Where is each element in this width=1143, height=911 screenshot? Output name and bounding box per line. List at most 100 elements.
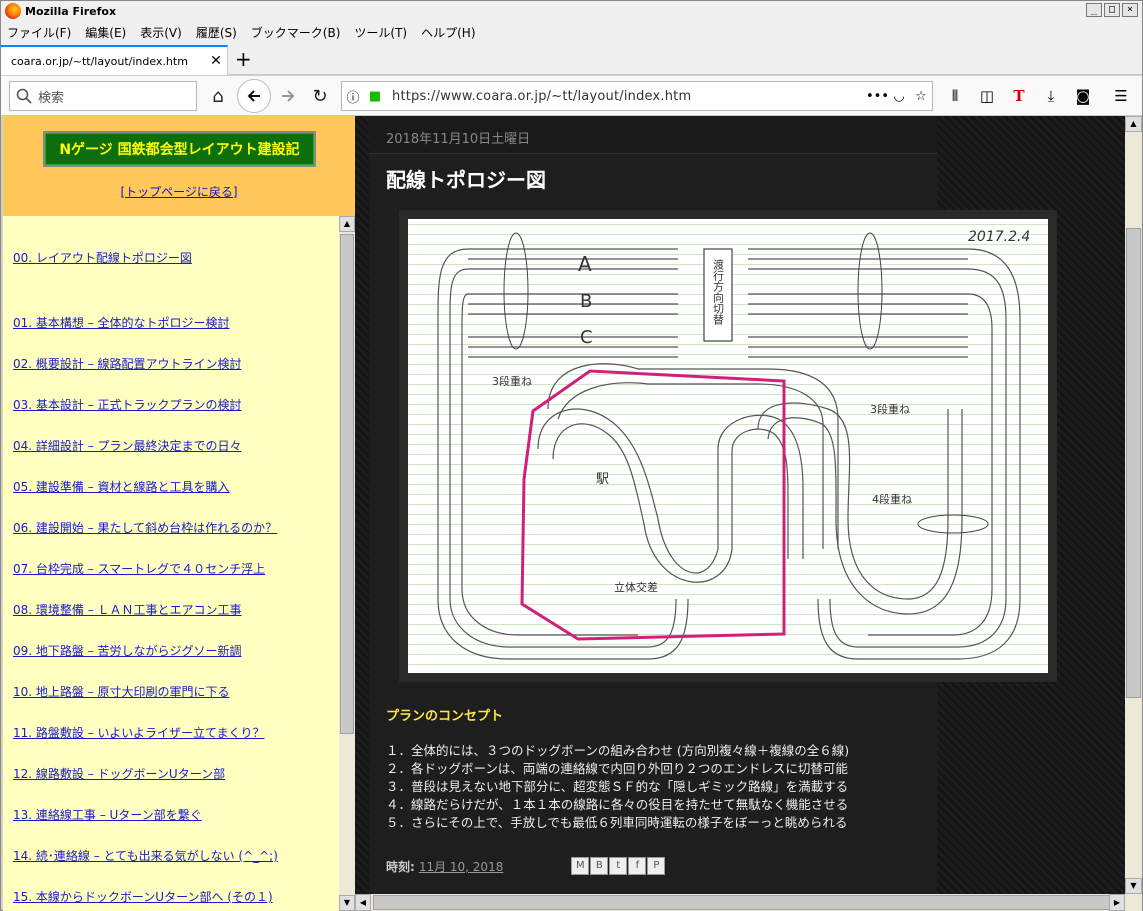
reload-icon[interactable]: ↻ [305, 81, 335, 111]
email-share-icon[interactable]: M [571, 857, 590, 875]
sketch-label-left-3-levels: 3段重ね [492, 374, 532, 388]
tab-bar: coara.or.jp/~tt/layout/index.htm ✕ + [1, 43, 1142, 75]
download-icon[interactable]: ⤓ [1039, 84, 1063, 108]
page-content: Nゲージ 国鉄都会型レイアウト建設記 [トップページに戻る] 00. レイアウト… [3, 116, 1142, 911]
chapter-link-05[interactable]: 05. 建設準備 – 資材と線路と工具を購入 [13, 478, 230, 495]
tab-active[interactable]: coara.or.jp/~tt/layout/index.htm ✕ [1, 45, 228, 75]
chapter-link-11[interactable]: 11. 路盤敷設 – いよいよライザー立てまくり？ [13, 724, 264, 741]
top-page-link[interactable]: [トップページに戻る] [3, 183, 355, 200]
more-actions-icon[interactable]: ••• [866, 89, 889, 104]
timestamp-label: 時刻: [386, 859, 415, 874]
blog-share-icon[interactable]: B [590, 857, 609, 875]
menu-help[interactable]: ヘルプ(H) [421, 24, 475, 41]
concept-point-1: １．全体的には、３つのドッグボーンの組み合わせ (方向別複々線＋複線の全６線) [386, 743, 850, 758]
tab-title: coara.or.jp/~tt/layout/index.htm [11, 54, 188, 68]
chapter-link-00[interactable]: 00. レイアウト配線トポロジー図 [13, 249, 192, 266]
concept-point-3: ３．普段は見えない地下部分に、超変態ＳＦ的な「隠しギミック路線」を満載する [386, 779, 849, 794]
sketch-label-c: C [580, 327, 593, 348]
firefox-icon [5, 3, 21, 19]
back-arrow-icon [247, 90, 260, 102]
library-icon[interactable]: ⫴ [943, 84, 967, 108]
post-title[interactable]: 配線トポロジー図 [386, 164, 546, 193]
chapter-link-13[interactable]: 13. 連絡線工事 – Uターン部を繋ぐ [13, 806, 202, 823]
scroll-right-arrow-icon[interactable]: ▶ [1109, 894, 1125, 911]
pinterest-share-icon[interactable]: P [647, 857, 666, 875]
sidebar-scroll-thumb[interactable] [340, 234, 354, 734]
menu-history[interactable]: 履歴(S) [196, 24, 237, 41]
sidebar-header: Nゲージ 国鉄都会型レイアウト建設記 [トップページに戻る] [3, 116, 355, 216]
chapter-link-08[interactable]: 08. 環境整備 – ＬＡＮ工事とエアコン工事 [13, 601, 242, 618]
sidebar-frame: Nゲージ 国鉄都会型レイアウト建設記 [トップページに戻る] 00. レイアウト… [3, 116, 355, 911]
concept-point-2: ２．各ドッグボーンは、両端の連絡線で内回り外回り２つのエンドレスに切替可能 [386, 761, 848, 776]
maximize-button[interactable]: □ [1104, 3, 1120, 17]
concept-point-4: ４．線路だらけだが、１本１本の線路に各々の役目を持たせて無駄なく機能させる [386, 797, 849, 812]
post-timestamp-link[interactable]: 11月 10, 2018 [419, 858, 504, 875]
main-scrollbar[interactable]: ▲ ▼ [1125, 116, 1142, 894]
url-bar[interactable]: ⓘ ■ https://www.coara.or.jp/~tt/layout/i… [341, 81, 933, 111]
screenshot-icon[interactable]: ◙ [1071, 84, 1095, 108]
title-bar: Mozilla Firefox _ □ × [1, 1, 1142, 21]
menu-tools[interactable]: ツール(T) [354, 24, 407, 41]
scroll-down-arrow-icon[interactable]: ▼ [339, 895, 355, 911]
search-box[interactable]: 検索 [9, 81, 197, 111]
horizontal-scrollbar[interactable]: ◀ ▶ [355, 894, 1142, 911]
url-text[interactable]: https://www.coara.or.jp/~tt/layout/index… [392, 89, 866, 104]
home-icon[interactable]: ⌂ [203, 81, 233, 111]
hamburger-menu-icon[interactable]: ☰ [1109, 84, 1133, 108]
sketch-label-b: B [580, 291, 592, 312]
chapter-link-02[interactable]: 02. 概要設計 – 線路配置アウトライン検討 [13, 355, 242, 372]
chapter-link-01[interactable]: 01. 基本構想 – 全体的なトポロジー検討 [13, 314, 230, 331]
bookmark-star-icon[interactable]: ☆ [910, 89, 932, 104]
sidebar-icon[interactable]: ◫ [975, 84, 999, 108]
chapter-link-14[interactable]: 14. 続･連絡線 – とても出来る気がしない (^_^;) [13, 847, 278, 864]
post-date: 2018年11月10日土曜日 [369, 116, 937, 154]
chapter-link-06[interactable]: 06. 建設開始 – 果たして斜め台枠は作れるのか？ [13, 519, 277, 536]
back-button[interactable] [237, 79, 271, 113]
facebook-share-icon[interactable]: f [628, 857, 647, 875]
menu-bookmarks[interactable]: ブックマーク(B) [251, 24, 341, 41]
menu-edit[interactable]: 編集(E) [85, 24, 126, 41]
scroll-up-arrow-icon[interactable]: ▲ [339, 216, 355, 232]
blog-post: 2018年11月10日土曜日 配線トポロジー図 A B C 2017.2.4 3… [369, 116, 1057, 911]
scroll-left-arrow-icon[interactable]: ◀ [355, 894, 371, 911]
horizontal-scroll-thumb[interactable] [373, 895, 1118, 910]
chapter-link-03[interactable]: 03. 基本設計 – 正式トラックプランの検討 [13, 396, 242, 413]
info-icon[interactable]: ⓘ [342, 87, 364, 106]
topology-drawing: A B C 2017.2.4 3段重ね 3段重ね 4段重ね 駅 立体交差 渡行方… [437, 229, 1030, 660]
sketch-label-4-levels: 4段重ね [872, 492, 912, 506]
sidebar-scrollbar[interactable]: ▲ ▼ [339, 216, 355, 911]
search-input[interactable]: 検索 [38, 87, 64, 106]
close-window-button[interactable]: × [1122, 3, 1138, 17]
topology-sketch-image[interactable]: A B C 2017.2.4 3段重ね 3段重ね 4段重ね 駅 立体交差 渡行方… [408, 219, 1048, 673]
sketch-date: 2017.2.4 [968, 229, 1030, 245]
chapter-link-09[interactable]: 09. 地下路盤 – 苦労しながらジグソー新調 [13, 642, 242, 659]
search-icon [16, 88, 32, 104]
forward-button[interactable] [273, 81, 303, 111]
twitter-share-icon[interactable]: t [609, 857, 628, 875]
pocket-icon[interactable]: ◡ [888, 89, 910, 104]
main-scroll-up-arrow-icon[interactable]: ▲ [1125, 116, 1142, 132]
sketch-label-station: 駅 [596, 472, 609, 487]
chapter-link-10[interactable]: 10. 地上路盤 – 原寸大印刷の軍門に下る [13, 683, 230, 700]
menu-file[interactable]: ファイル(F) [7, 24, 71, 41]
text-extension-icon[interactable]: T [1007, 84, 1031, 108]
concept-point-5: ５．さらにその上で、手放しでも最低６列車同時運転の様子をぼーっと眺められる [386, 815, 848, 830]
chapter-link-07[interactable]: 07. 台枠完成 – スマートレグで４０センチ浮上 [13, 560, 265, 577]
sketch-label-right-3-levels: 3段重ね [870, 402, 910, 416]
chapter-link-15[interactable]: 15. 本線からドックボーンUターン部へ (その１) [13, 888, 273, 905]
window-title: Mozilla Firefox [25, 4, 117, 18]
site-logo[interactable]: Nゲージ 国鉄都会型レイアウト建設記 [43, 131, 316, 167]
main-frame: 2018年11月10日土曜日 配線トポロジー図 A B C 2017.2.4 3… [355, 116, 1142, 911]
browser-window: Mozilla Firefox _ □ × ファイル(F) 編集(E) 表示(V… [0, 0, 1143, 911]
main-scroll-down-arrow-icon[interactable]: ▼ [1125, 878, 1142, 894]
chapter-link-04[interactable]: 04. 詳細設計 – プラン最終決定までの日々 [13, 437, 242, 454]
new-tab-button[interactable]: + [235, 49, 252, 69]
concept-heading: プランのコンセプト [386, 709, 504, 724]
sketch-label-direction-switch: 渡行方向切替 [712, 258, 725, 326]
minimize-button[interactable]: _ [1086, 3, 1102, 17]
main-scroll-thumb[interactable] [1126, 228, 1141, 698]
menu-view[interactable]: 表示(V) [140, 24, 182, 41]
chapter-link-12[interactable]: 12. 線路敷設 – ドッグボーンUターン部 [13, 765, 225, 782]
close-tab-icon[interactable]: ✕ [205, 53, 227, 69]
topology-image-frame[interactable]: A B C 2017.2.4 3段重ね 3段重ね 4段重ね 駅 立体交差 渡行方… [399, 210, 1057, 682]
